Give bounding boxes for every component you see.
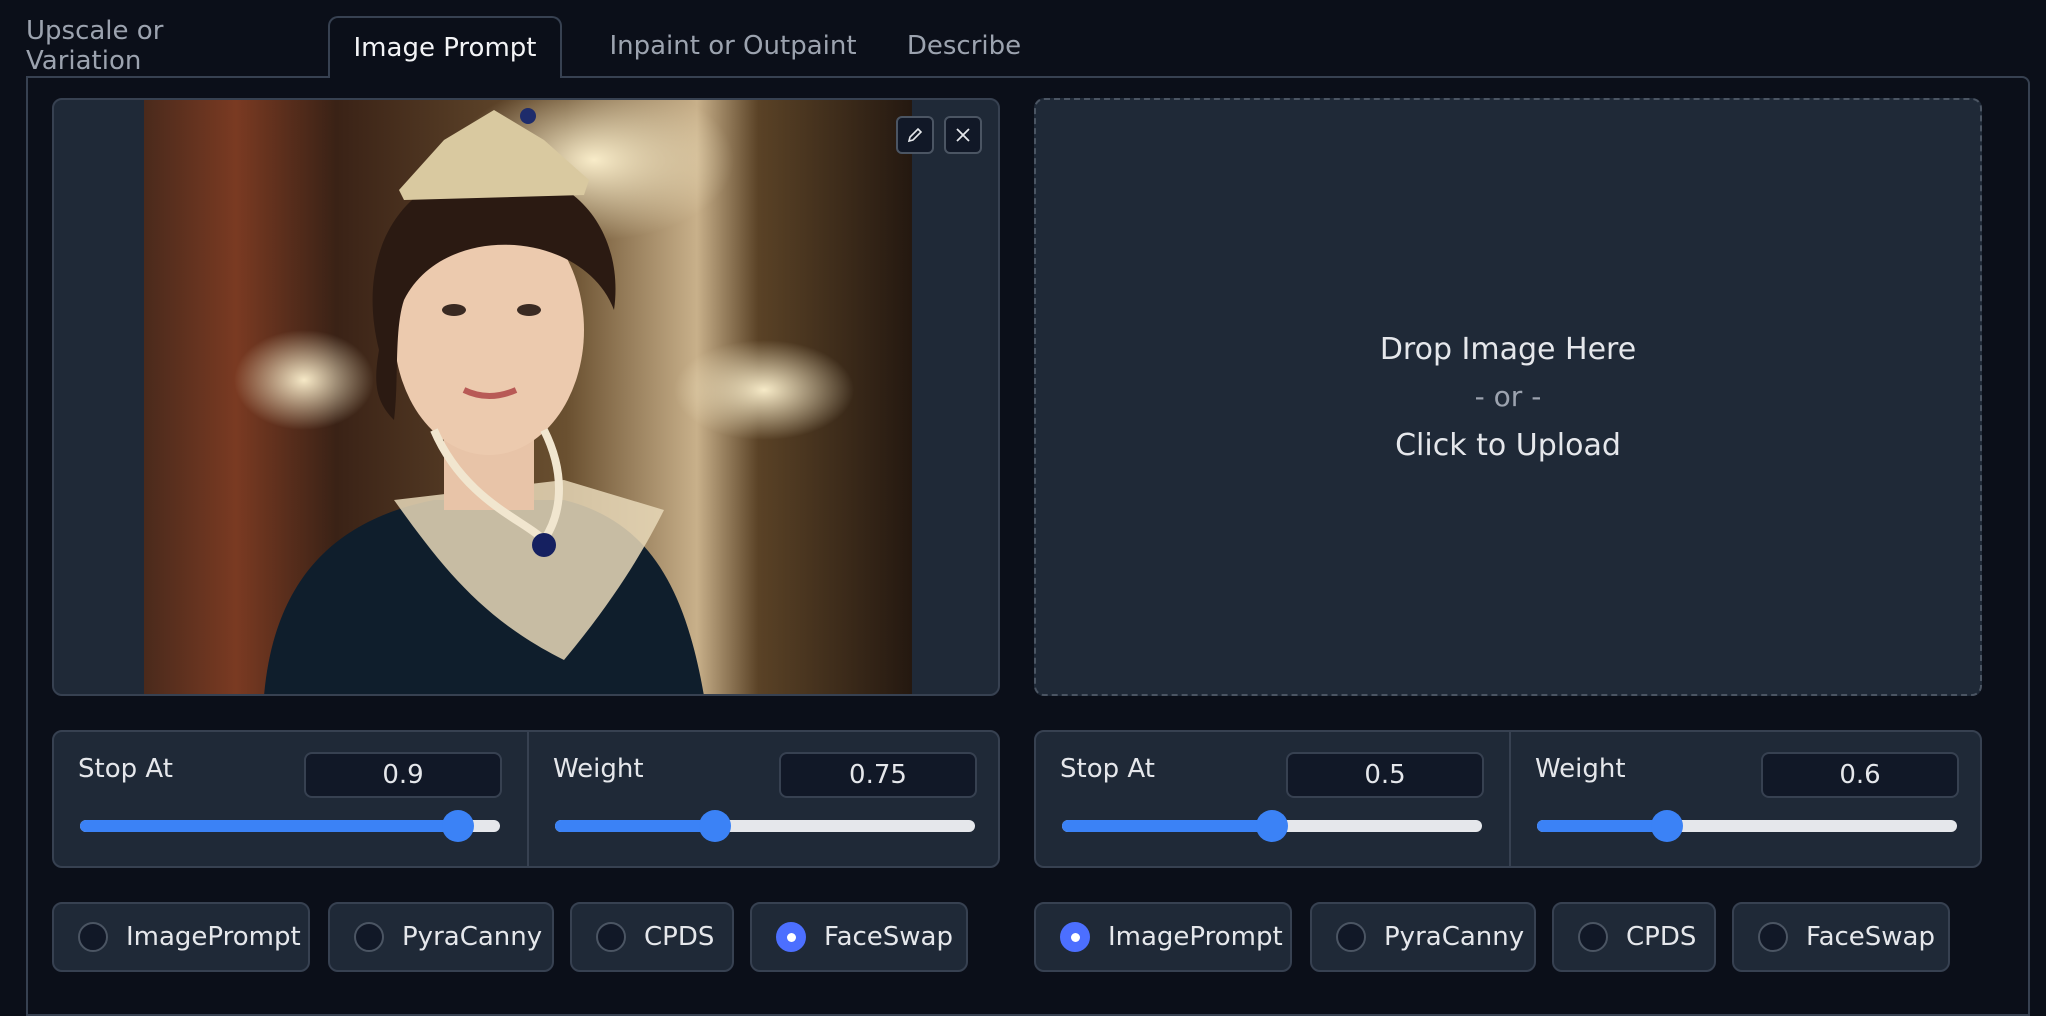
- stop-at-value-input[interactable]: 0.5: [1286, 752, 1484, 798]
- radio-imageprompt[interactable]: ImagePrompt: [52, 902, 310, 972]
- pencil-icon: [907, 127, 923, 143]
- slider-fill: [1537, 820, 1668, 832]
- stop-at-label: Stop At: [1060, 754, 1155, 784]
- radio-label: CPDS: [644, 922, 715, 952]
- tab-inpaint-or-outpaint[interactable]: Inpaint or Outpaint: [586, 16, 880, 76]
- radio-circle[interactable]: [776, 922, 806, 952]
- close-icon: [956, 128, 970, 142]
- radio-circle[interactable]: [78, 922, 108, 952]
- uploaded-image: [144, 100, 912, 694]
- portrait-photo: [144, 100, 912, 694]
- weight-label: Weight: [1535, 754, 1626, 784]
- slider-thumb[interactable]: [442, 810, 474, 842]
- stop-at-value-input[interactable]: 0.9: [304, 752, 502, 798]
- radio-cpds[interactable]: CPDS: [1552, 902, 1716, 972]
- slider-group-2: Stop At 0.5 Weight 0.6: [1034, 730, 1982, 868]
- tab-image-prompt[interactable]: Image Prompt: [328, 16, 562, 78]
- slider-thumb[interactable]: [1256, 810, 1288, 842]
- weight-control: Weight 0.6: [1509, 732, 1983, 866]
- radio-circle[interactable]: [1336, 922, 1366, 952]
- radio-circle[interactable]: [1758, 922, 1788, 952]
- type-radio-group-2: ImagePrompt PyraCanny CPDS FaceSwap: [1034, 902, 1982, 972]
- stop-at-slider[interactable]: [1062, 810, 1482, 842]
- weight-value-input[interactable]: 0.75: [779, 752, 977, 798]
- stop-at-label: Stop At: [78, 754, 173, 784]
- stop-at-control: Stop At 0.9: [54, 732, 526, 866]
- radio-faceswap[interactable]: FaceSwap: [1732, 902, 1950, 972]
- type-radio-group-1: ImagePrompt PyraCanny CPDS FaceSwap: [52, 902, 1000, 972]
- tab-describe[interactable]: Describe: [894, 16, 1034, 76]
- radio-pyracanny[interactable]: PyraCanny: [328, 902, 554, 972]
- slider-fill: [80, 820, 458, 832]
- slider-thumb[interactable]: [698, 810, 731, 842]
- radio-label: ImagePrompt: [126, 922, 301, 952]
- weight-slider[interactable]: [555, 810, 975, 842]
- radio-cpds[interactable]: CPDS: [570, 902, 734, 972]
- image-input-1[interactable]: [52, 98, 1000, 696]
- edit-button[interactable]: [896, 116, 934, 154]
- stop-at-control: Stop At 0.5: [1036, 732, 1508, 866]
- click-to-upload-text[interactable]: Click to Upload: [1036, 428, 1980, 463]
- radio-label: PyraCanny: [402, 922, 543, 952]
- radio-imageprompt[interactable]: ImagePrompt: [1034, 902, 1292, 972]
- weight-value-input[interactable]: 0.6: [1761, 752, 1959, 798]
- radio-circle[interactable]: [1578, 922, 1608, 952]
- radio-label: ImagePrompt: [1108, 922, 1283, 952]
- weight-slider[interactable]: [1537, 810, 1957, 842]
- radio-label: FaceSwap: [1806, 922, 1935, 952]
- radio-circle[interactable]: [1060, 922, 1090, 952]
- radio-circle[interactable]: [354, 922, 384, 952]
- clear-image-button[interactable]: [944, 116, 982, 154]
- slider-thumb[interactable]: [1651, 810, 1684, 842]
- weight-control: Weight 0.75: [527, 732, 1001, 866]
- weight-label: Weight: [553, 754, 644, 784]
- radio-label: CPDS: [1626, 922, 1697, 952]
- radio-label: FaceSwap: [824, 922, 953, 952]
- slider-group-1: Stop At 0.9 Weight 0.75: [52, 730, 1000, 868]
- radio-label: PyraCanny: [1384, 922, 1525, 952]
- radio-faceswap[interactable]: FaceSwap: [750, 902, 968, 972]
- slider-fill: [1062, 820, 1272, 832]
- drop-image-text: Drop Image Here: [1379, 332, 1637, 367]
- tab-bar: Upscale or Variation Image Prompt Inpain…: [26, 16, 2026, 78]
- radio-circle[interactable]: [596, 922, 626, 952]
- stop-at-slider[interactable]: [80, 810, 500, 842]
- tab-upscale-or-variation[interactable]: Upscale or Variation: [26, 16, 224, 76]
- radio-pyracanny[interactable]: PyraCanny: [1310, 902, 1536, 972]
- slider-fill: [555, 820, 715, 832]
- or-text: - or -: [1474, 380, 1542, 413]
- image-upload-dropzone[interactable]: Drop Image Here - or - Click to Upload: [1034, 98, 1982, 696]
